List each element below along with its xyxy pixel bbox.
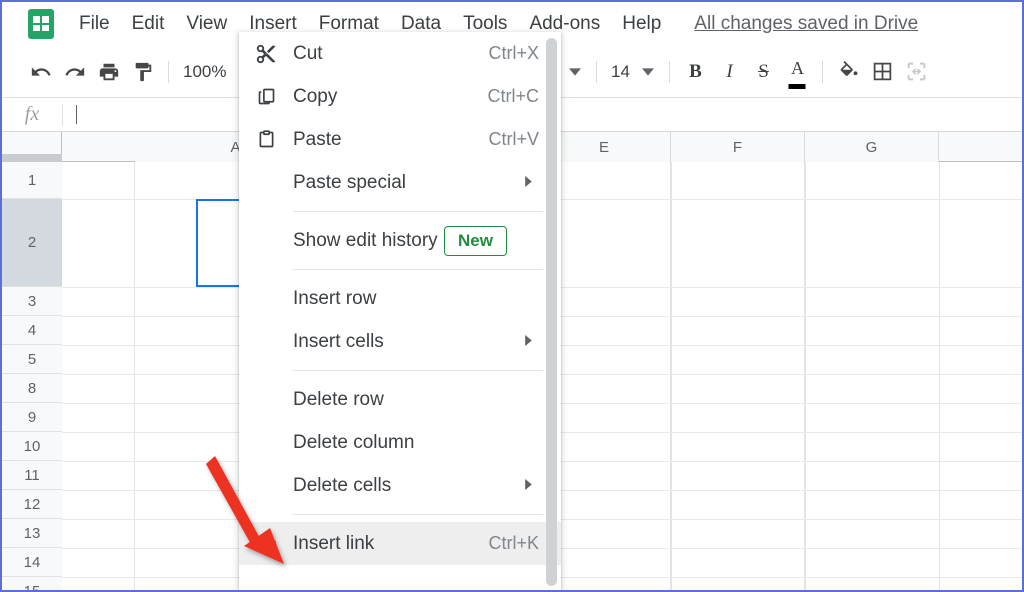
context-menu-item-label: Delete column [293,431,415,453]
formula-bar-cursor [76,105,77,124]
sheets-logo-grid [33,16,49,31]
row-header-14[interactable]: 14 [2,548,62,577]
chevron-down-icon-fontsize[interactable] [635,66,661,78]
print-icon[interactable] [92,55,126,89]
zoom-level-selector[interactable]: 100% [177,62,232,82]
context-menu-item-label: Show edit history [293,229,438,251]
context-menu-item-label: Delete cells [293,474,392,496]
context-menu-item-shortcut: Ctrl+C [487,86,539,106]
context-menu-item-label: Insert cells [293,330,384,352]
row-header-15[interactable]: 15 [2,577,62,590]
context-menu-separator [293,211,543,212]
undo-icon[interactable] [24,55,58,89]
context-menu-item-show-edit-history[interactable]: Show edit history New [239,219,561,262]
row-header-3[interactable]: 3 [2,287,62,316]
clipboard-icon [239,129,293,150]
chevron-down-icon-format[interactable] [562,66,588,78]
text-color-swatch [788,83,806,89]
row-header-5[interactable]: 5 [2,345,62,374]
context-menu-item-paste[interactable]: Paste Ctrl+V [239,118,561,161]
scissors-icon [239,43,293,65]
link-icon [239,532,293,555]
menu-edit[interactable]: Edit [121,10,176,38]
context-menu-item-delete-cells[interactable]: Delete cells [239,464,561,507]
context-menu-item-shortcut: Ctrl+X [488,43,539,63]
context-menu-item-insert-link[interactable]: Insert link Ctrl+K [239,522,561,565]
context-menu: Cut Ctrl+X Copy Ctrl+C Paste Ctrl+V Paste spec… [239,32,561,590]
context-menu-separator [293,514,543,515]
fx-icon: fx [24,103,40,125]
row-header-8[interactable]: 8 [2,374,62,403]
context-menu-item-label: Delete row [293,388,384,410]
context-menu-item-insert-row[interactable]: Insert row [239,277,561,320]
context-menu-item-label: Copy [293,85,338,107]
redo-icon[interactable] [58,55,92,89]
row-header-12[interactable]: 12 [2,490,62,519]
copy-icon [239,86,293,107]
menu-file[interactable]: File [68,10,121,38]
row-header-column: 123458910111213141516 [2,162,62,590]
gridline-vertical [670,162,671,590]
new-badge: New [444,225,507,256]
gridline-vertical [671,162,672,590]
gridline-vertical [805,162,806,590]
context-menu-separator [293,370,543,371]
row-header-10[interactable]: 10 [2,432,62,461]
context-menu-separator [293,269,543,270]
google-sheets-window: File Edit View Insert Format Data Tools Add-ons… [0,0,1024,592]
context-menu-item-paste-special[interactable]: Paste special [239,161,561,204]
row-header-4[interactable]: 4 [2,316,62,345]
toolbar-divider-3 [669,60,671,83]
column-header-f[interactable]: F [671,132,805,162]
context-menu-items: Cut Ctrl+X Copy Ctrl+C Paste Ctrl+V Paste spec… [239,32,561,565]
column-header-g[interactable]: G [805,132,939,162]
fill-color-icon[interactable] [831,55,865,89]
row-header-9[interactable]: 9 [2,403,62,432]
select-all-corner[interactable] [2,132,62,162]
context-menu-item-label: Cut [293,42,323,64]
italic-button[interactable]: I [712,55,746,89]
text-color-button[interactable]: A [780,55,814,89]
context-menu-item-label: Paste special [293,171,407,193]
bold-button[interactable]: B [678,55,712,89]
gridline-vertical [134,162,135,590]
context-menu-item-label: Insert row [293,287,377,309]
paint-format-icon[interactable] [126,55,160,89]
context-menu-scrollbar[interactable] [546,38,557,586]
row-header-11[interactable]: 11 [2,461,62,490]
toolbar-divider-2 [596,60,598,83]
row-header-13[interactable]: 13 [2,519,62,548]
context-menu-item-shortcut: Ctrl+V [488,129,539,149]
submenu-arrow-icon [524,479,533,492]
submenu-arrow-icon [524,335,533,348]
menu-help[interactable]: Help [611,10,672,38]
merge-cells-icon[interactable] [899,55,933,89]
formula-bar-divider [62,103,63,126]
toolbar-divider-1 [168,60,169,83]
row-header-2[interactable]: 2 [2,199,62,287]
gridline-vertical [804,162,805,590]
toolbar-divider-4 [822,60,824,83]
save-status-label[interactable]: All changes saved in Drive [694,13,918,35]
borders-icon[interactable] [865,55,899,89]
submenu-arrow-icon [524,176,533,189]
context-menu-item-label: Paste [293,128,342,150]
context-menu-item-shortcut: Ctrl+K [488,533,539,553]
font-size-value[interactable]: 14 [605,62,635,82]
menu-view[interactable]: View [175,10,238,38]
gridline-vertical [939,162,940,590]
row-header-1[interactable]: 1 [2,162,62,199]
context-menu-item-delete-column[interactable]: Delete column [239,421,561,464]
context-menu-item-delete-row[interactable]: Delete row [239,378,561,421]
context-menu-item-insert-cells[interactable]: Insert cells [239,320,561,363]
sheets-logo-icon[interactable] [28,9,54,39]
strikethrough-button[interactable]: S [746,55,780,89]
context-menu-item-cut[interactable]: Cut Ctrl+X [239,32,561,75]
context-menu-item-copy[interactable]: Copy Ctrl+C [239,75,561,118]
context-menu-item-label: Insert link [293,532,375,554]
text-color-letter: A [790,57,804,78]
